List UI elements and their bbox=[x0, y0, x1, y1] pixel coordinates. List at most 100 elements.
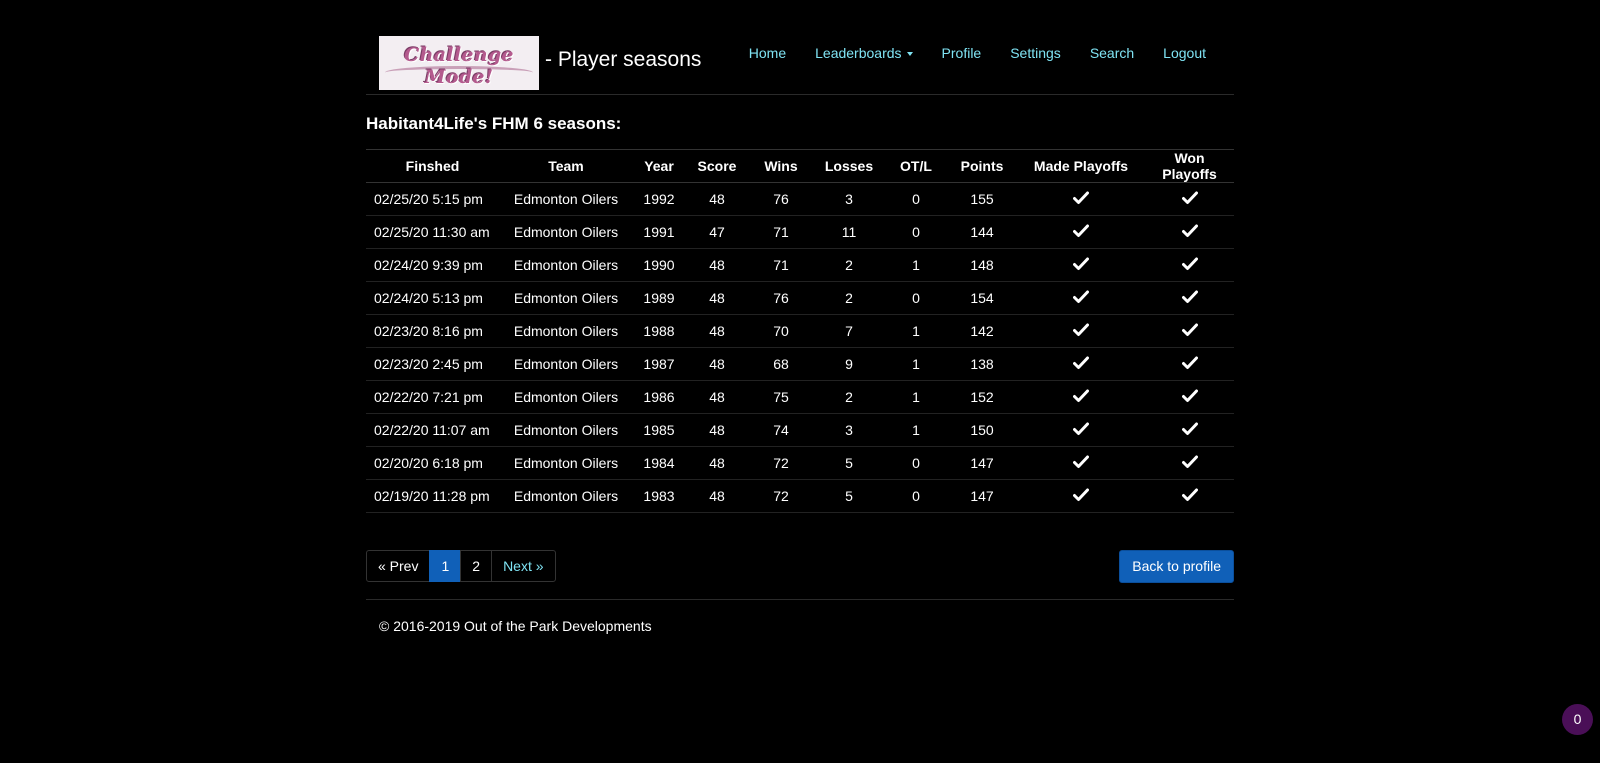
cell-score: 48 bbox=[685, 248, 749, 282]
cell-otl: 0 bbox=[885, 446, 947, 480]
cell-year: 1985 bbox=[633, 413, 685, 447]
cell-otl: 1 bbox=[885, 413, 947, 447]
page-2-button[interactable]: 2 bbox=[460, 550, 493, 582]
cell-otl: 0 bbox=[885, 281, 947, 315]
cell-score: 47 bbox=[685, 215, 749, 249]
cell-made-playoffs bbox=[1017, 248, 1145, 282]
check-icon bbox=[1073, 389, 1089, 406]
cell-points: 148 bbox=[947, 248, 1017, 282]
page-title: - Player seasons bbox=[545, 48, 702, 71]
cell-losses: 3 bbox=[813, 182, 885, 216]
cell-finished: 02/22/20 7:21 pm bbox=[366, 380, 499, 414]
cell-losses: 2 bbox=[813, 380, 885, 414]
nav-logout[interactable]: Logout bbox=[1163, 45, 1206, 61]
cell-won-playoffs bbox=[1145, 446, 1234, 480]
caret-down-icon bbox=[906, 52, 913, 57]
check-icon bbox=[1181, 389, 1198, 406]
cell-points: 144 bbox=[947, 215, 1017, 249]
cell-year: 1988 bbox=[633, 314, 685, 348]
cell-wins: 76 bbox=[749, 281, 813, 315]
col-header-year: Year bbox=[633, 149, 685, 183]
cell-finished: 02/25/20 11:30 am bbox=[366, 215, 499, 249]
cell-otl: 1 bbox=[885, 314, 947, 348]
nav-leaderboards[interactable]: Leaderboards bbox=[815, 45, 913, 61]
col-header-points: Points bbox=[947, 149, 1017, 183]
col-header-score: Score bbox=[685, 149, 749, 183]
cell-losses: 5 bbox=[813, 446, 885, 480]
nav-profile[interactable]: Profile bbox=[942, 45, 982, 61]
cell-team: Edmonton Oilers bbox=[499, 215, 633, 249]
check-icon bbox=[1073, 488, 1089, 505]
cell-won-playoffs bbox=[1145, 380, 1234, 414]
cell-otl: 1 bbox=[885, 347, 947, 381]
page-1-button[interactable]: 1 bbox=[429, 550, 462, 582]
notification-badge[interactable]: 0 bbox=[1562, 704, 1593, 735]
cell-won-playoffs bbox=[1145, 281, 1234, 315]
check-icon bbox=[1181, 257, 1198, 274]
cell-score: 48 bbox=[685, 347, 749, 381]
check-icon bbox=[1073, 356, 1089, 373]
cell-team: Edmonton Oilers bbox=[499, 380, 633, 414]
challenge-mode-logo[interactable]: Challenge Mode! bbox=[379, 36, 539, 90]
table-row: 02/22/20 11:07 am Edmonton Oilers 1985 48 74… bbox=[366, 413, 1234, 447]
col-header-wins: Wins bbox=[749, 149, 813, 183]
cell-team: Edmonton Oilers bbox=[499, 479, 633, 513]
page-container: Challenge Mode! - Player seasons Home Le… bbox=[366, 0, 1234, 634]
cell-wins: 68 bbox=[749, 347, 813, 381]
cell-wins: 70 bbox=[749, 314, 813, 348]
table-row: 02/24/20 5:13 pm Edmonton Oilers 1989 48 76 2… bbox=[366, 281, 1234, 315]
col-header-otl: OT/L bbox=[885, 149, 947, 183]
cell-won-playoffs bbox=[1145, 413, 1234, 447]
prev-page-button[interactable]: « Prev bbox=[366, 550, 431, 582]
cell-otl: 1 bbox=[885, 248, 947, 282]
header: Challenge Mode! - Player seasons Home Le… bbox=[366, 0, 1234, 95]
check-icon bbox=[1181, 323, 1198, 340]
cell-year: 1984 bbox=[633, 446, 685, 480]
main-nav: Home Leaderboards Profile Settings Searc… bbox=[720, 45, 1234, 61]
check-icon bbox=[1181, 455, 1198, 472]
cell-points: 154 bbox=[947, 281, 1017, 315]
cell-score: 48 bbox=[685, 446, 749, 480]
cell-team: Edmonton Oilers bbox=[499, 248, 633, 282]
nav-settings[interactable]: Settings bbox=[1010, 45, 1061, 61]
next-page-button[interactable]: Next » bbox=[491, 550, 556, 582]
cell-points: 142 bbox=[947, 314, 1017, 348]
cell-wins: 72 bbox=[749, 446, 813, 480]
cell-finished: 02/19/20 11:28 pm bbox=[366, 479, 499, 513]
cell-won-playoffs bbox=[1145, 182, 1234, 216]
cell-year: 1992 bbox=[633, 182, 685, 216]
cell-team: Edmonton Oilers bbox=[499, 413, 633, 447]
cell-wins: 76 bbox=[749, 182, 813, 216]
cell-year: 1991 bbox=[633, 215, 685, 249]
cell-made-playoffs bbox=[1017, 413, 1145, 447]
cell-year: 1990 bbox=[633, 248, 685, 282]
cell-made-playoffs bbox=[1017, 479, 1145, 513]
col-header-won-playoffs: Won Playoffs bbox=[1145, 149, 1234, 183]
nav-home[interactable]: Home bbox=[749, 45, 786, 61]
cell-score: 48 bbox=[685, 281, 749, 315]
table-row: 02/25/20 5:15 pm Edmonton Oilers 1992 48 76 3… bbox=[366, 182, 1234, 216]
cell-won-playoffs bbox=[1145, 248, 1234, 282]
cell-team: Edmonton Oilers bbox=[499, 314, 633, 348]
cell-score: 48 bbox=[685, 314, 749, 348]
cell-score: 48 bbox=[685, 413, 749, 447]
check-icon bbox=[1181, 356, 1198, 373]
check-icon bbox=[1073, 455, 1089, 472]
check-icon bbox=[1181, 191, 1198, 208]
check-icon bbox=[1073, 191, 1089, 208]
cell-team: Edmonton Oilers bbox=[499, 281, 633, 315]
footer-divider bbox=[366, 599, 1234, 600]
cell-wins: 71 bbox=[749, 248, 813, 282]
back-to-profile-button[interactable]: Back to profile bbox=[1119, 550, 1234, 583]
cell-year: 1989 bbox=[633, 281, 685, 315]
cell-made-playoffs bbox=[1017, 281, 1145, 315]
cell-team: Edmonton Oilers bbox=[499, 182, 633, 216]
nav-leaderboards-label: Leaderboards bbox=[815, 45, 902, 61]
cell-finished: 02/23/20 8:16 pm bbox=[366, 314, 499, 348]
cell-won-playoffs bbox=[1145, 347, 1234, 381]
check-icon bbox=[1181, 224, 1198, 241]
seasons-heading: Habitant4Life's FHM 6 seasons: bbox=[366, 114, 622, 133]
table-row: 02/22/20 7:21 pm Edmonton Oilers 1986 48 75 2… bbox=[366, 380, 1234, 414]
nav-search[interactable]: Search bbox=[1090, 45, 1134, 61]
cell-made-playoffs bbox=[1017, 347, 1145, 381]
